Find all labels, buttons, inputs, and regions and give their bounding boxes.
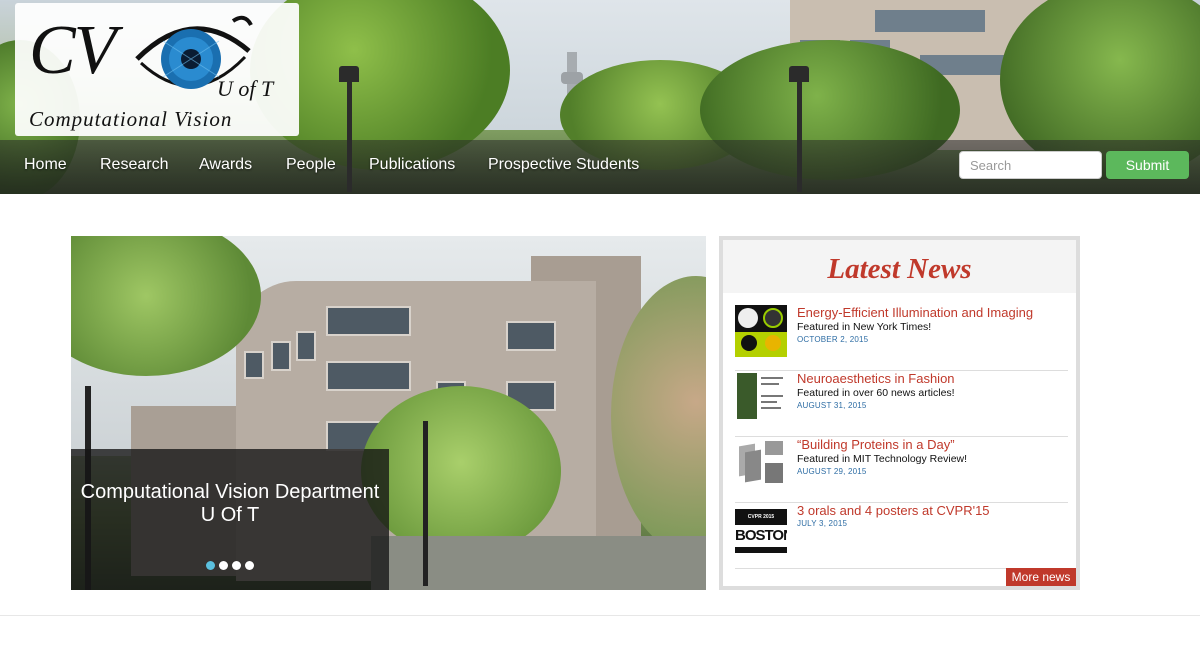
news-item[interactable]: “Building Proteins in a Day” Featured in… — [735, 437, 1068, 503]
news-item[interactable]: Energy-Efficient Illumination and Imagin… — [735, 305, 1068, 371]
carousel-dot-4[interactable] — [245, 561, 254, 570]
carousel-caption-text: Computational Vision Department U Of T — [80, 481, 380, 526]
news-headline[interactable]: 3 orals and 4 posters at CVPR'15 — [797, 503, 990, 518]
nav-home[interactable]: Home — [24, 150, 67, 180]
carousel-dot-1[interactable] — [206, 561, 215, 570]
carousel-caption: Computational Vision Department U Of T — [71, 449, 389, 590]
news-date: JULY 3, 2015 — [797, 519, 848, 528]
thumb-cvpr-text: CVPR 2015 — [747, 514, 775, 520]
nav-awards[interactable]: Awards — [199, 150, 252, 180]
thumb-boston-text: BOSTON — [735, 527, 787, 544]
news-date: AUGUST 29, 2015 — [797, 467, 867, 476]
news-subtitle: Featured in New York Times! — [797, 321, 932, 333]
logo-uoft-text: U of T — [217, 76, 274, 101]
news-subtitle: Featured in over 60 news articles! — [797, 387, 955, 399]
nav-prospective-students[interactable]: Prospective Students — [488, 150, 648, 180]
logo-subtitle: Computational Vision — [29, 107, 233, 131]
news-item[interactable]: CVPR 2015 BOSTON 3 orals and 4 posters a… — [735, 503, 1068, 569]
more-news-button[interactable]: More news — [1006, 568, 1076, 586]
image-carousel[interactable]: Computational Vision Department U Of T — [71, 236, 706, 590]
section-divider — [0, 615, 1200, 616]
nav-people[interactable]: People — [286, 150, 336, 180]
news-title: Latest News — [827, 253, 972, 285]
news-date: OCTOBER 2, 2015 — [797, 335, 869, 344]
news-thumbnail: CVPR 2015 BOSTON — [735, 503, 787, 561]
news-headline[interactable]: “Building Proteins in a Day” — [797, 437, 955, 452]
news-thumbnail — [735, 437, 787, 489]
header-banner: CV U of T Computational Vision Home Rese… — [0, 0, 1200, 194]
search-input[interactable] — [959, 151, 1102, 179]
latest-news-panel: Latest News Energy-Efficient Illuminatio… — [719, 236, 1080, 590]
site-logo[interactable]: CV U of T Computational Vision — [15, 3, 299, 136]
news-headline[interactable]: Energy-Efficient Illumination and Imagin… — [797, 305, 1033, 320]
news-thumbnail — [735, 371, 787, 423]
logo-cv-text: CV — [29, 12, 116, 89]
nav-research[interactable]: Research — [100, 150, 168, 180]
news-item[interactable]: Neuroaesthetics in Fashion Featured in o… — [735, 371, 1068, 437]
carousel-dot-2[interactable] — [219, 561, 228, 570]
carousel-indicators — [206, 561, 258, 570]
news-date: AUGUST 31, 2015 — [797, 401, 867, 410]
nav-publications[interactable]: Publications — [369, 150, 455, 180]
carousel-dot-3[interactable] — [232, 561, 241, 570]
news-subtitle: Featured in MIT Technology Review! — [797, 453, 968, 465]
news-headline[interactable]: Neuroaesthetics in Fashion — [797, 371, 955, 386]
news-thumbnail — [735, 305, 787, 357]
submit-button[interactable]: Submit — [1106, 151, 1189, 179]
